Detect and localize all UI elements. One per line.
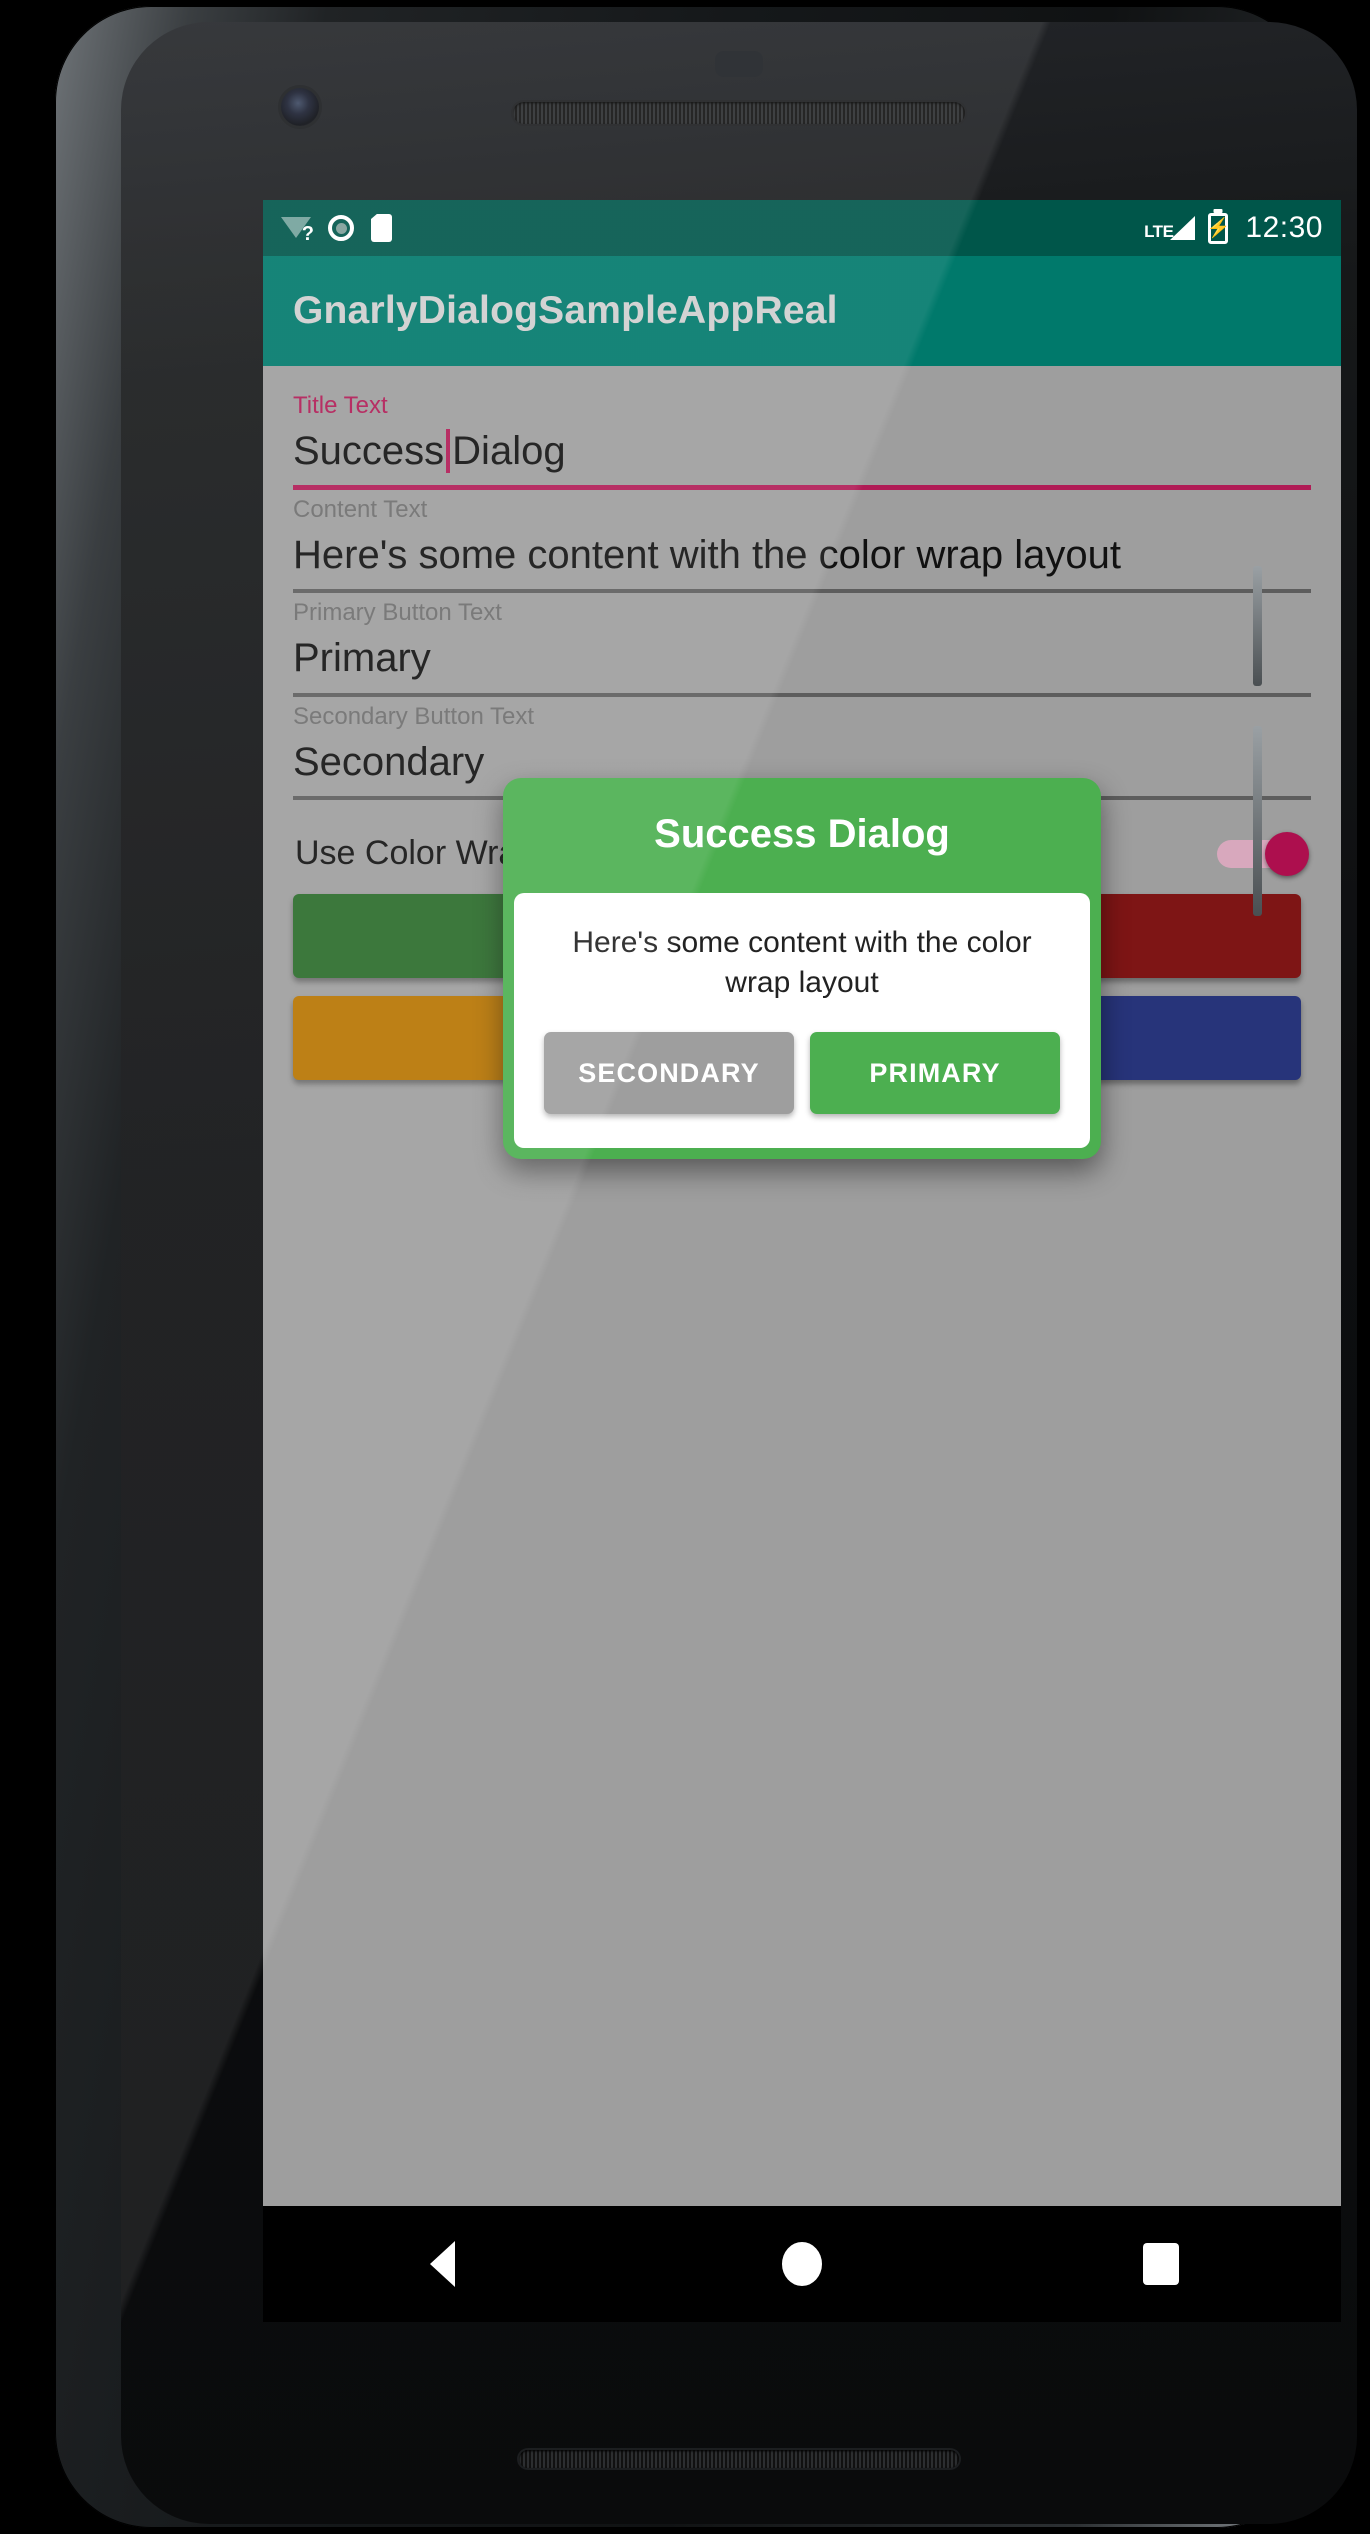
phone-frame: ? LTE ⚡ 12:30 GnarlyDialogSampleAppReal … (55, 6, 1357, 2528)
phone-screen: ? LTE ⚡ 12:30 GnarlyDialogSampleAppReal … (263, 200, 1341, 2322)
success-dialog: Success Dialog Here's some content with … (503, 778, 1101, 1160)
dialog-actions: SECONDARY PRIMARY (540, 1002, 1064, 1115)
back-icon (430, 2241, 456, 2287)
dialog-secondary-button[interactable]: SECONDARY (544, 1032, 794, 1115)
recents-icon (1143, 2243, 1180, 2285)
earpiece-speaker (513, 102, 965, 124)
dialog-content-text: Here's some content with the color wrap … (572, 926, 1032, 999)
dialog-scrim[interactable] (263, 200, 1341, 2322)
dialog-title: Success Dialog (654, 812, 950, 856)
proximity-sensor (715, 51, 763, 77)
bottom-speaker (519, 2450, 959, 2468)
home-icon (781, 2242, 822, 2286)
navigation-bar (263, 2206, 1341, 2322)
dialog-primary-button[interactable]: PRIMARY (810, 1032, 1060, 1115)
nav-back-button[interactable] (420, 2241, 466, 2287)
front-camera-icon (281, 88, 319, 126)
nav-home-button[interactable] (779, 2241, 825, 2287)
nav-recents-button[interactable] (1138, 2241, 1184, 2287)
phone-glass: ? LTE ⚡ 12:30 GnarlyDialogSampleAppReal … (121, 22, 1357, 2524)
dialog-body: Here's some content with the color wrap … (514, 893, 1090, 1149)
